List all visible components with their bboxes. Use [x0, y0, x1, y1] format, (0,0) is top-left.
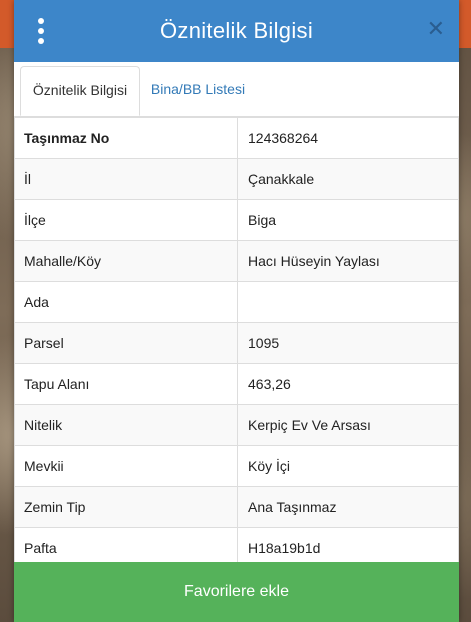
attribute-value: Biga	[237, 199, 459, 241]
add-to-favorites-button[interactable]: Favorilere ekle	[14, 562, 459, 622]
close-icon[interactable]: ✕	[427, 16, 445, 42]
attribute-label: Nitelik	[14, 404, 238, 446]
attribute-label: Mevkii	[14, 445, 238, 487]
attribute-value: Köy İçi	[237, 445, 459, 487]
tab-building-list[interactable]: Bina/BB Listesi	[146, 66, 250, 113]
attribute-label: Mahalle/Köy	[14, 240, 238, 282]
tab-attribute-info[interactable]: Öznitelik Bilgisi	[20, 66, 140, 116]
dialog-title: Öznitelik Bilgisi	[159, 18, 314, 43]
attribute-value: Hacı Hüseyin Yaylası	[237, 240, 459, 282]
attribute-label: Ada	[14, 281, 238, 323]
table-row: Taşınmaz No 124368264	[14, 117, 459, 159]
kebab-menu-icon[interactable]	[34, 18, 48, 44]
table-row: Mevkii Köy İçi	[14, 445, 459, 487]
attribute-value: Kerpiç Ev Ve Arsası	[237, 404, 459, 446]
attribute-table: Taşınmaz No 124368264 İl Çanakkale İlçe Biga M…	[14, 117, 459, 569]
table-row: İlçe Biga	[14, 199, 459, 241]
table-row: Mahalle/Köy Hacı Hüseyin Yaylası	[14, 240, 459, 282]
attribute-value: Ana Taşınmaz	[237, 486, 459, 528]
table-row: Nitelik Kerpiç Ev Ve Arsası	[14, 404, 459, 446]
table-row: Parsel 1095	[14, 322, 459, 364]
dialog-header: Öznitelik Bilgisi ✕	[14, 0, 459, 62]
attribute-label: Zemin Tip	[14, 486, 238, 528]
attribute-value: 1095	[237, 322, 459, 364]
attribute-value: 124368264	[237, 117, 459, 159]
tab-bar: Öznitelik Bilgisi Bina/BB Listesi	[14, 66, 459, 117]
attribute-label: Tapu Alanı	[14, 363, 238, 405]
attribute-info-dialog: Öznitelik Bilgisi ✕ Öznitelik Bilgisi Bi…	[14, 0, 459, 622]
attribute-value: 463,26	[237, 363, 459, 405]
table-row: İl Çanakkale	[14, 158, 459, 200]
table-row: Zemin Tip Ana Taşınmaz	[14, 486, 459, 528]
attribute-value: Çanakkale	[237, 158, 459, 200]
attribute-value	[237, 281, 459, 323]
attribute-label: İlçe	[14, 199, 238, 241]
table-row: Tapu Alanı 463,26	[14, 363, 459, 405]
attribute-label: İl	[14, 158, 238, 200]
attribute-label: Taşınmaz No	[14, 117, 238, 159]
table-row: Ada	[14, 281, 459, 323]
attribute-label: Parsel	[14, 322, 238, 364]
